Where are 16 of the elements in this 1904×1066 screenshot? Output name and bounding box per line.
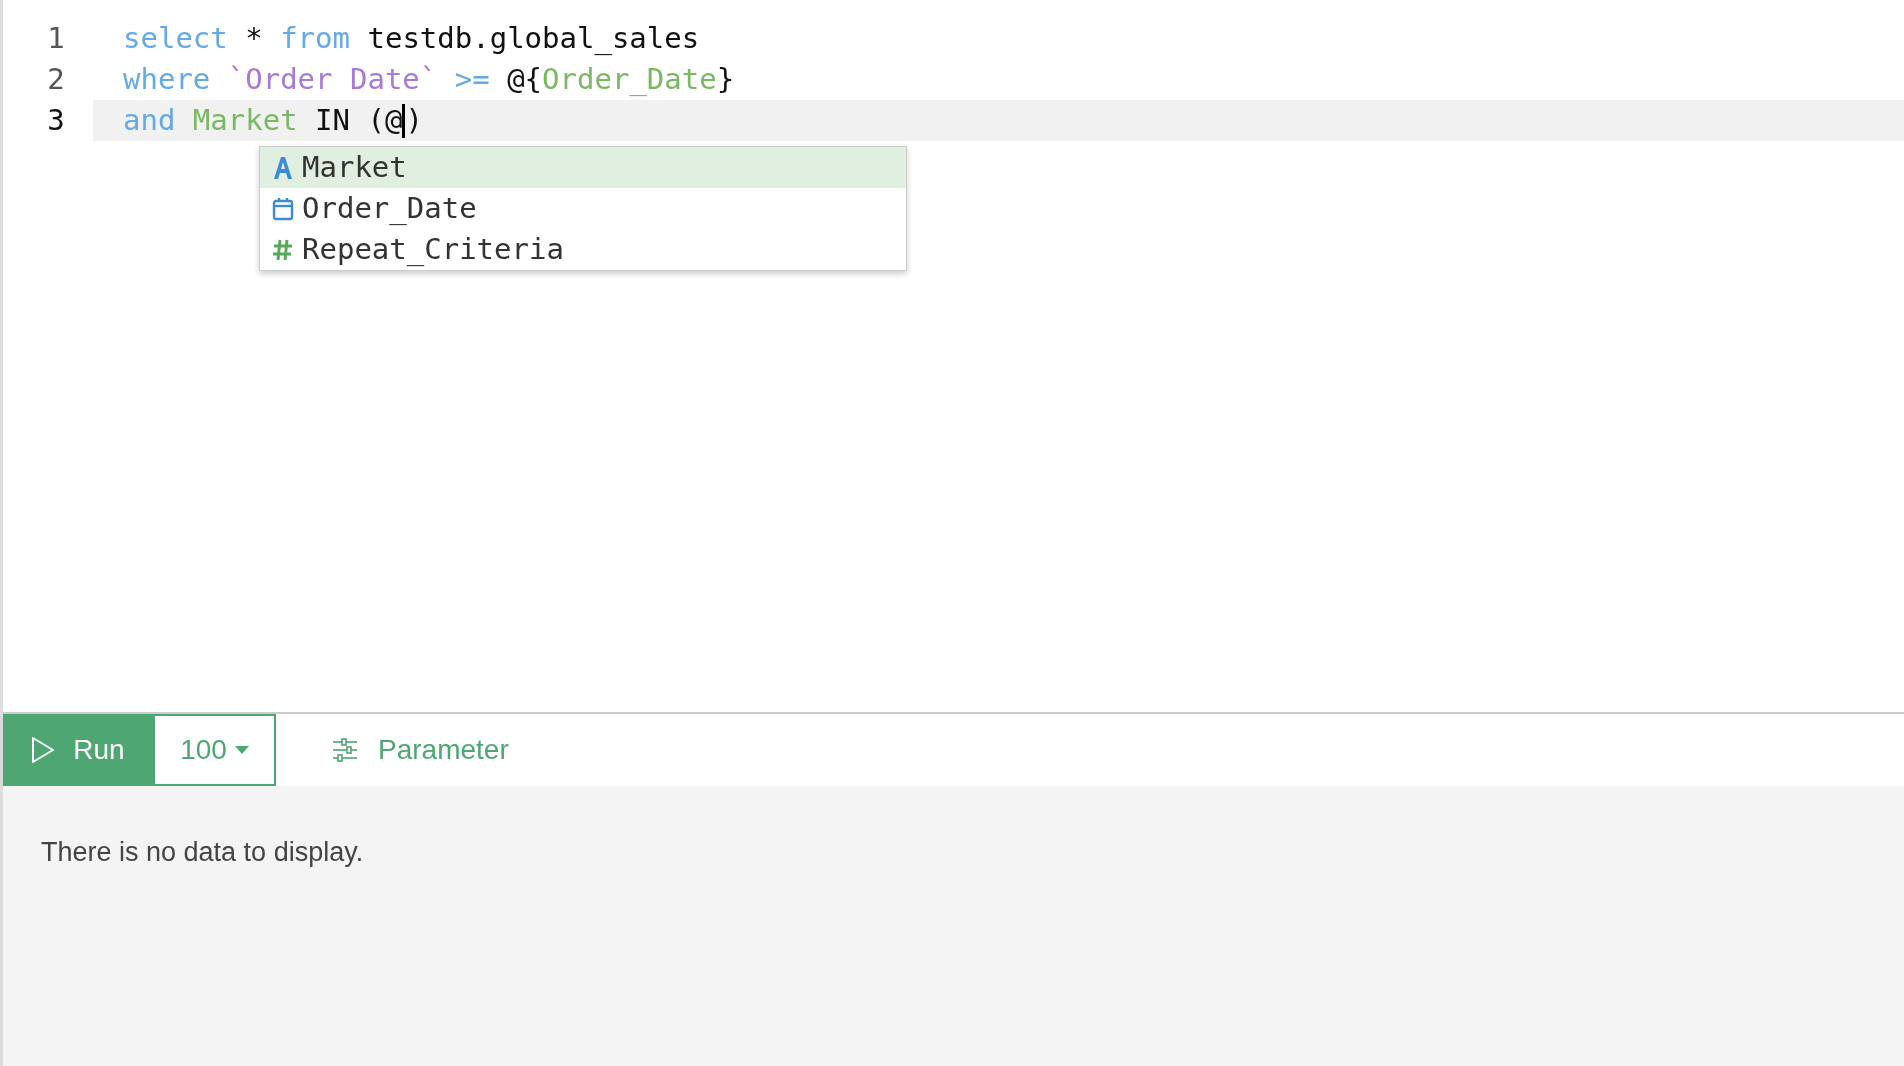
play-icon <box>31 736 56 764</box>
line-number: 1 <box>46 19 66 57</box>
line-number: 2 <box>46 60 66 98</box>
sliders-icon <box>332 738 358 762</box>
caret-icon <box>234 746 249 754</box>
autocomplete-item[interactable]: Repeat_Criteria <box>260 229 906 270</box>
line-number: 3 <box>46 101 66 139</box>
calendar-icon <box>272 196 294 221</box>
autocomplete-item[interactable]: Order_Date <box>260 188 906 229</box>
empty-message: There is no data to display. <box>41 836 365 869</box>
autocomplete-item[interactable]: Market <box>260 147 906 188</box>
text-caret <box>402 103 406 138</box>
letter-icon <box>272 155 294 180</box>
hash-icon <box>272 237 294 262</box>
code-line: where `Order Date` >= @{Order_Date} <box>122 60 736 98</box>
code-line: select * from testdb.global_sales <box>122 19 701 57</box>
